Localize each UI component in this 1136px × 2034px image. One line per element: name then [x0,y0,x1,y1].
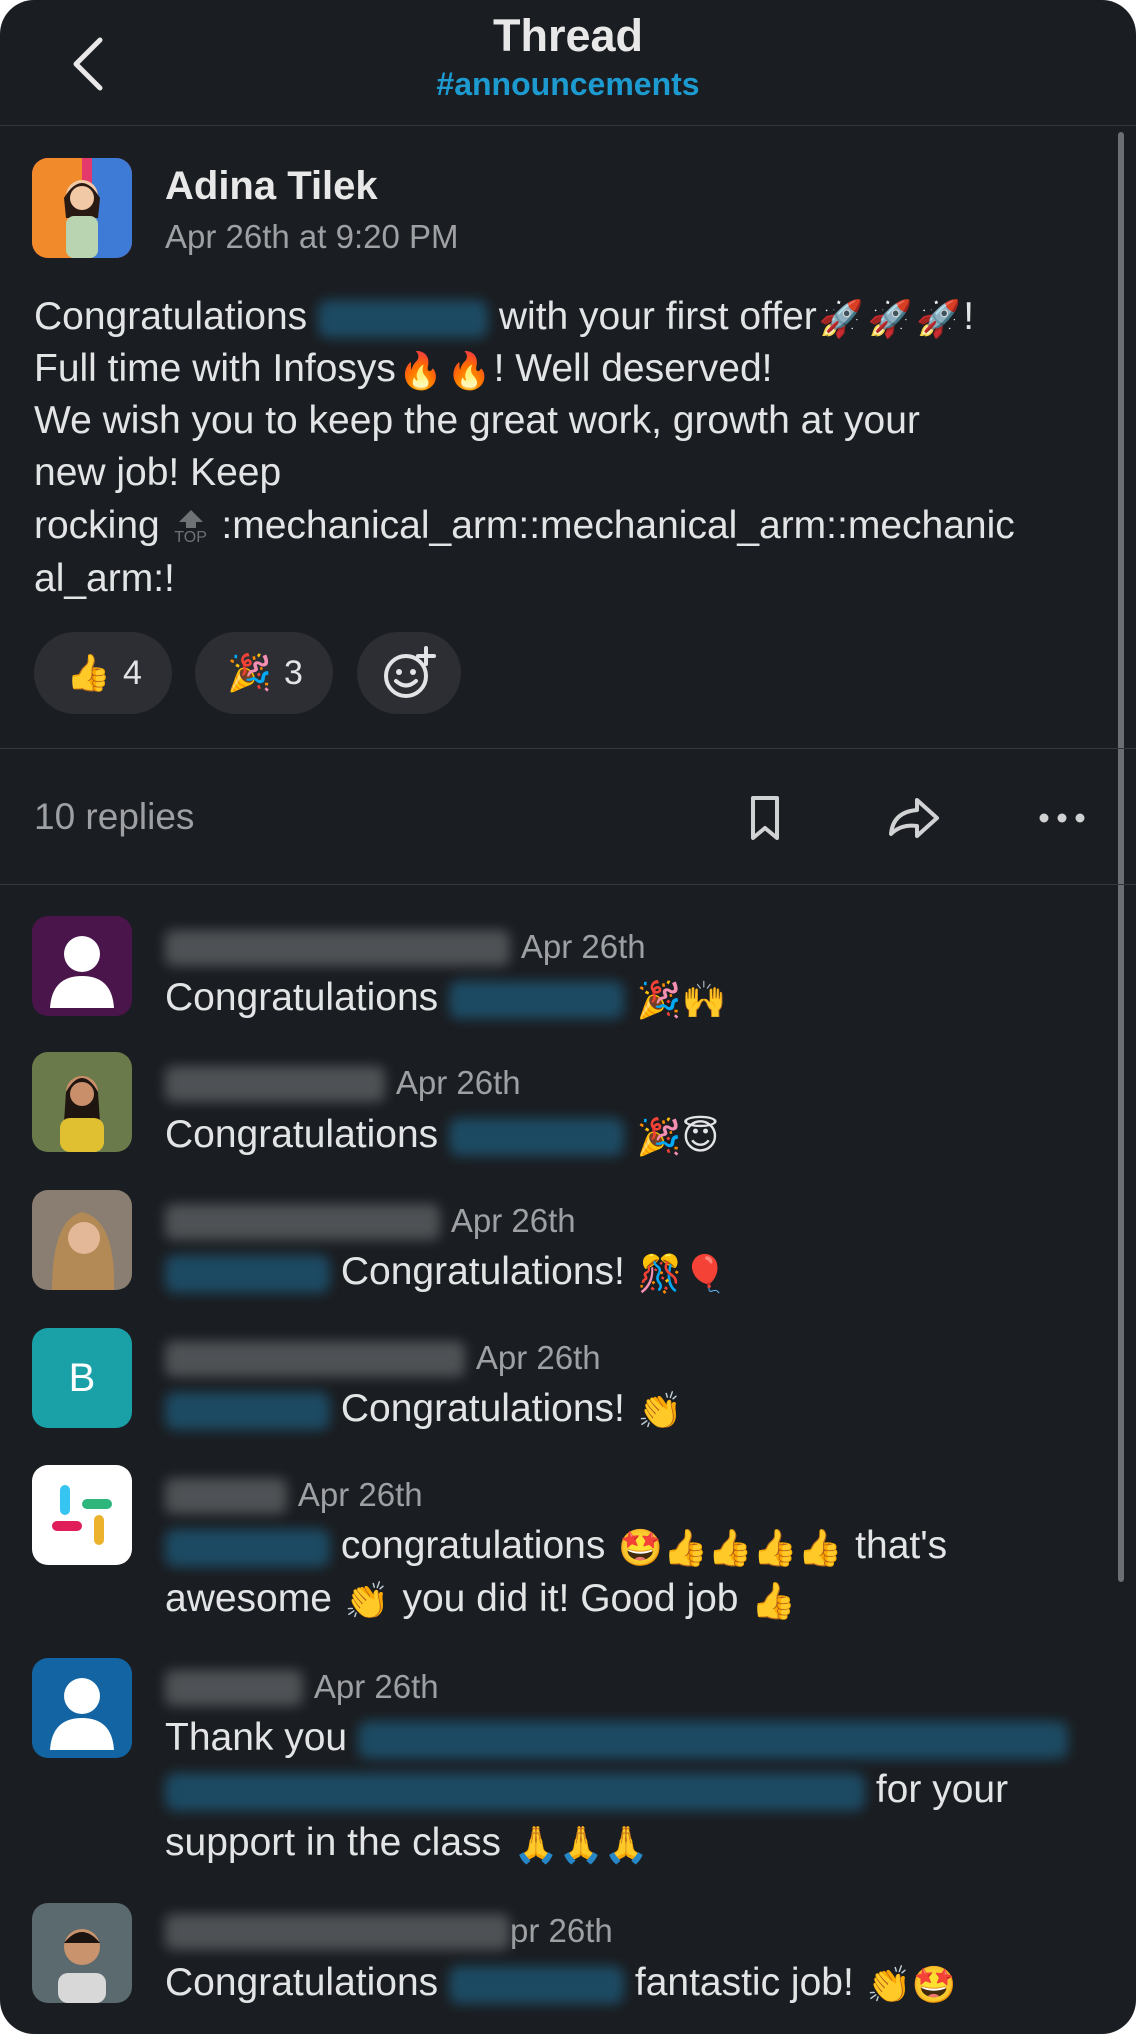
blurred-username[interactable] [165,1477,287,1514]
blurred-mention[interactable] [165,1772,865,1811]
reply-body-line2: awesome 👏 you did it! Good job 👍 [165,1577,797,1622]
reply-count: 10 replies [34,796,195,837]
divider [0,884,1136,885]
reply-avatar[interactable]: B [32,1328,132,1428]
pray-emoji: 🙏🙏🙏 [513,1824,649,1866]
confetti-balloon-emoji: 🎊🎈 [637,1253,728,1295]
reply-timestamp: Apr 26th [395,1064,521,1101]
reply-header: Apr 26th [165,1664,439,1708]
reply-header: Apr 26th [165,1198,576,1242]
share-icon[interactable] [883,788,943,848]
message-line-2: Full time with Infosys🔥 🔥! Well deserved! [34,347,773,392]
starstruck-thumbsup-emoji: 🤩👍👍👍👍 [618,1527,843,1569]
reply-avatar[interactable] [32,1903,132,2003]
reply-timestamp: Apr 26th [297,1476,423,1513]
reply-avatar[interactable] [32,1190,132,1290]
blurred-username[interactable] [165,1669,303,1706]
thread-header: Thread #announcements [0,0,1136,126]
reaction-tada[interactable]: 🎉 3 [195,632,333,714]
reply-body-line3: support in the class 🙏🙏🙏 [165,1821,649,1866]
reply-header: Apr 26th [165,1335,601,1379]
message-timestamp: Apr 26th at 9:20 PM [165,218,459,255]
avatar-letter: B [68,1355,96,1400]
blurred-mention[interactable] [449,1117,625,1156]
reply-header: Apr 26th [165,1472,423,1516]
header-title: Thread [492,10,644,61]
blurred-username[interactable] [165,1203,440,1240]
reply-timestamp: Apr 26th [520,928,646,965]
tada-raisedhands-emoji: 🎉🙌 [636,979,727,1021]
blurred-username[interactable] [165,1065,385,1102]
message-line-1: Congratulations with your first offer🚀 🚀 🚀… [34,295,975,340]
reaction-thumbsup[interactable]: 👍 4 [34,632,172,714]
reply-avatar[interactable] [32,1658,132,1758]
reply-body: Congratulations 🎉🙌 [165,976,727,1021]
reply-body: Congratulations 🎉😇 [165,1113,720,1158]
rocket-emoji: 🚀 [916,298,962,340]
message-line-3: We wish you to keep the great work, grow… [34,399,920,442]
reply-body: congratulations 🤩👍👍👍👍 that's [165,1524,947,1569]
add-emoji-icon [384,646,436,698]
channel-link[interactable]: #announcements [0,66,1136,103]
reply-body: Congratulations! 👏 [165,1387,685,1432]
blurred-mention[interactable] [165,1391,330,1430]
rocket-emoji: 🚀 [818,298,864,340]
author-avatar[interactable] [32,158,132,258]
message-line-5: rocking TOP :mechanical_arm::mechanical_… [34,504,1015,547]
blurred-mention[interactable] [449,1965,625,2004]
reply-avatar[interactable] [32,916,132,1016]
thread-screen: Thread #announcements Adina Tilek Apr 26… [0,0,1136,2034]
reply-avatar[interactable] [32,1465,132,1565]
more-icon[interactable] [1032,788,1092,848]
thumbsup-emoji: 👍 [66,653,111,694]
reply-timestamp: Apr 26th [450,1202,576,1239]
top-arrow-icon: TOP [171,510,211,546]
clap-emoji: 👏 [637,1390,683,1432]
fire-emoji: 🔥 [397,350,443,392]
blurred-mention[interactable] [165,1528,330,1567]
author-name[interactable]: Adina Tilek [165,164,378,209]
message-line-4: new job! Keep [34,451,282,494]
blurred-mention[interactable] [357,1720,1068,1759]
blurred-username[interactable] [165,1340,465,1377]
reply-header: pr 26th [165,1908,613,1952]
reaction-count: 3 [283,653,303,692]
reply-body: Thank you [165,1716,1068,1760]
add-reaction-button[interactable] [357,632,461,714]
clap-emoji: 👏 [344,1580,390,1622]
reply-body: Congratulations! 🎊🎈 [165,1250,729,1295]
blurred-username[interactable] [165,1913,510,1950]
reply-header: Apr 26th [165,924,646,968]
clap-starstruck-emoji: 👏🤩 [866,1964,957,2006]
reply-avatar[interactable] [32,1052,132,1152]
reply-timestamp: Apr 26th [475,1339,601,1376]
blurred-username[interactable] [165,929,510,966]
divider [0,748,1136,749]
tada-emoji: 🎉 [227,653,272,694]
reply-body: Congratulations fantastic job! 👏🤩 [165,1961,957,2006]
bookmark-icon[interactable] [735,788,795,848]
reply-header: Apr 26th [165,1060,521,1104]
reaction-count: 4 [122,653,142,692]
reply-timestamp: pr 26th [510,1912,613,1949]
thumbsup-emoji: 👍 [751,1580,797,1622]
fire-emoji: 🔥 [446,350,492,392]
blurred-mention[interactable] [318,299,489,338]
reply-timestamp: Apr 26th [313,1668,439,1705]
reply-body-line2: for your [165,1768,1008,1812]
rocket-emoji: 🚀 [867,298,913,340]
tada-angel-emoji: 🎉😇 [636,1116,720,1158]
scrollbar[interactable] [1118,132,1124,1582]
blurred-mention[interactable] [449,980,625,1019]
blurred-mention[interactable] [165,1254,330,1293]
message-line-6: al_arm:! [34,557,175,600]
